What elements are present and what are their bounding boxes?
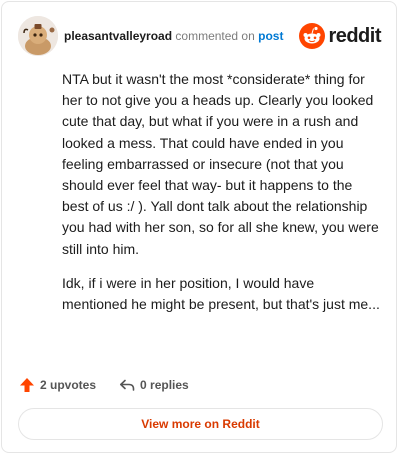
upvote-count: 2 upvotes bbox=[40, 378, 97, 392]
comment-body: NTA but it wasn't the most *considerate*… bbox=[62, 69, 382, 328]
reply-arrow-icon bbox=[120, 379, 135, 391]
comment-header: pleasantvalleyroad commented on post red… bbox=[18, 16, 381, 56]
reddit-logo-icon bbox=[299, 23, 326, 49]
upvote-button[interactable]: 2 upvotes bbox=[19, 377, 96, 393]
view-more-button[interactable]: View more on Reddit bbox=[18, 408, 383, 440]
reply-count: 0 replies bbox=[140, 378, 189, 392]
reddit-wordmark: reddit bbox=[328, 24, 381, 47]
upvote-arrow-icon bbox=[20, 378, 34, 392]
comment-meta: pleasantvalleyroad commented on post bbox=[64, 29, 283, 43]
post-link[interactable]: post bbox=[258, 29, 283, 43]
comment-paragraph: Idk, if i were in her position, I would … bbox=[62, 274, 380, 313]
reply-button[interactable]: 0 replies bbox=[119, 377, 189, 393]
user-avatar[interactable] bbox=[18, 16, 58, 56]
comment-card: pleasantvalleyroad commented on post red… bbox=[1, 1, 397, 453]
commented-on-text: commented on bbox=[175, 29, 255, 43]
comment-paragraph: NTA but it wasn't the most *considerate*… bbox=[62, 71, 379, 257]
reddit-brand[interactable]: reddit bbox=[299, 23, 381, 49]
comment-actions: 2 upvotes 0 replies bbox=[19, 375, 189, 395]
username[interactable]: pleasantvalleyroad bbox=[64, 29, 172, 43]
